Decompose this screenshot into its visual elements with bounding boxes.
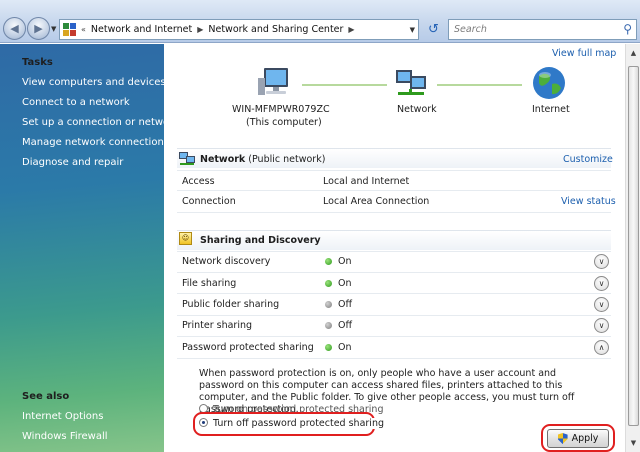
back-button[interactable]: ◀ bbox=[3, 17, 26, 40]
row-divider bbox=[177, 336, 611, 337]
chevron-up-icon: ∧ bbox=[598, 343, 605, 352]
back-arrow-icon: ◀ bbox=[10, 22, 19, 35]
forward-button[interactable]: ▶ bbox=[27, 17, 50, 40]
network-type: (Public network) bbox=[248, 154, 326, 165]
chevron-down-icon: ∨ bbox=[598, 257, 605, 266]
file-sharing-status: On bbox=[325, 278, 352, 289]
tasks-heading: Tasks bbox=[22, 57, 53, 68]
turn-off-password-option[interactable]: Turn off password protected sharing bbox=[199, 418, 384, 429]
expand-file-sharing-button[interactable]: ∨ bbox=[594, 276, 609, 291]
control-panel-icon bbox=[63, 23, 76, 36]
radio-turn-off[interactable] bbox=[199, 418, 208, 427]
view-full-map-link[interactable]: View full map bbox=[552, 48, 616, 59]
scroll-up-icon[interactable]: ▲ bbox=[628, 46, 639, 60]
status-off-icon bbox=[325, 301, 332, 308]
search-icon[interactable]: ⚲ bbox=[623, 22, 632, 36]
address-bar[interactable]: « Network and Internet ▶ Network and Sha… bbox=[59, 19, 419, 40]
row-divider bbox=[177, 190, 611, 191]
network-name: Network bbox=[200, 154, 246, 165]
access-value: Local and Internet bbox=[323, 176, 410, 187]
refresh-icon: ↺ bbox=[428, 22, 439, 37]
status-on-icon bbox=[325, 258, 332, 265]
task-view-computers[interactable]: View computers and devices bbox=[22, 77, 166, 88]
status-on-icon bbox=[325, 280, 332, 287]
computer-icon[interactable] bbox=[256, 66, 296, 102]
forward-arrow-icon: ▶ bbox=[34, 22, 43, 35]
row-divider bbox=[177, 315, 611, 316]
recent-pages-dropdown-icon[interactable]: ▼ bbox=[51, 25, 56, 33]
row-divider bbox=[177, 293, 611, 294]
network-label: Network bbox=[397, 104, 437, 115]
collapse-password-sharing-button[interactable]: ∧ bbox=[594, 340, 609, 355]
sharing-icon: ☺ bbox=[179, 232, 192, 245]
connection-line bbox=[302, 84, 387, 86]
customize-link[interactable]: Customize bbox=[563, 154, 613, 165]
task-diagnose-repair[interactable]: Diagnose and repair bbox=[22, 157, 123, 168]
row-divider bbox=[177, 272, 611, 273]
search-placeholder: Search bbox=[454, 24, 487, 35]
access-label: Access bbox=[182, 176, 215, 187]
connection-value: Local Area Connection bbox=[323, 196, 430, 207]
apply-button[interactable]: Apply bbox=[547, 429, 609, 448]
breadcrumb-overflow[interactable]: « bbox=[81, 25, 86, 34]
status-on-icon bbox=[325, 344, 332, 351]
connection-label: Connection bbox=[182, 196, 236, 207]
view-status-link[interactable]: View status bbox=[561, 196, 616, 207]
vertical-scrollbar[interactable]: ▲ ▼ bbox=[625, 44, 640, 452]
public-folder-sharing-status: Off bbox=[325, 299, 352, 310]
address-toolbar: ◀ ▶ ▼ « Network and Internet ▶ Network a… bbox=[0, 0, 640, 43]
internet-label: Internet bbox=[532, 104, 570, 115]
task-manage-connections[interactable]: Manage network connections bbox=[22, 137, 169, 148]
row-divider bbox=[177, 170, 611, 171]
task-connect-network[interactable]: Connect to a network bbox=[22, 97, 130, 108]
network-small-icon bbox=[179, 152, 195, 165]
see-also-heading: See also bbox=[22, 391, 70, 402]
breadcrumb-arrow-icon[interactable]: ▶ bbox=[348, 25, 354, 34]
chevron-down-icon: ∨ bbox=[598, 279, 605, 288]
password-sharing-label: Password protected sharing bbox=[182, 342, 314, 353]
connection-line bbox=[437, 84, 522, 86]
computer-sub-label: (This computer) bbox=[246, 117, 322, 128]
network-discovery-status: On bbox=[325, 256, 352, 267]
link-windows-firewall[interactable]: Windows Firewall bbox=[22, 431, 108, 442]
apply-label: Apply bbox=[571, 433, 599, 444]
public-folder-sharing-label: Public folder sharing bbox=[182, 299, 280, 310]
chevron-down-icon: ∨ bbox=[598, 300, 605, 309]
printer-sharing-status: Off bbox=[325, 320, 352, 331]
expand-printer-sharing-button[interactable]: ∨ bbox=[594, 318, 609, 333]
breadcrumb-network-and-internet[interactable]: Network and Internet bbox=[91, 24, 192, 35]
uac-shield-icon bbox=[557, 433, 568, 444]
expand-network-discovery-button[interactable]: ∨ bbox=[594, 254, 609, 269]
globe-icon[interactable] bbox=[530, 64, 568, 102]
network-discovery-label: Network discovery bbox=[182, 256, 271, 267]
refresh-button[interactable]: ↺ bbox=[423, 19, 444, 40]
computer-name: WIN-MFMPWR079ZC bbox=[232, 104, 330, 115]
scroll-down-icon[interactable]: ▼ bbox=[628, 436, 639, 450]
expand-public-folder-sharing-button[interactable]: ∨ bbox=[594, 297, 609, 312]
status-off-icon bbox=[325, 322, 332, 329]
sharing-heading: Sharing and Discovery bbox=[200, 235, 321, 246]
row-divider bbox=[177, 358, 611, 359]
row-divider bbox=[177, 251, 611, 252]
address-dropdown-icon[interactable]: ▼ bbox=[410, 26, 415, 34]
task-setup-connection[interactable]: Set up a connection or network bbox=[22, 117, 179, 128]
row-divider bbox=[177, 212, 611, 213]
chevron-down-icon: ∨ bbox=[598, 321, 605, 330]
network-icon[interactable] bbox=[392, 66, 432, 102]
search-input[interactable]: Search ⚲ bbox=[448, 19, 637, 40]
password-sharing-status: On bbox=[325, 342, 352, 353]
printer-sharing-label: Printer sharing bbox=[182, 320, 253, 331]
scroll-thumb[interactable] bbox=[628, 66, 639, 426]
breadcrumb-arrow-icon[interactable]: ▶ bbox=[197, 25, 203, 34]
breadcrumb-network-sharing-center[interactable]: Network and Sharing Center bbox=[208, 24, 343, 35]
link-internet-options[interactable]: Internet Options bbox=[22, 411, 103, 422]
file-sharing-label: File sharing bbox=[182, 278, 237, 289]
